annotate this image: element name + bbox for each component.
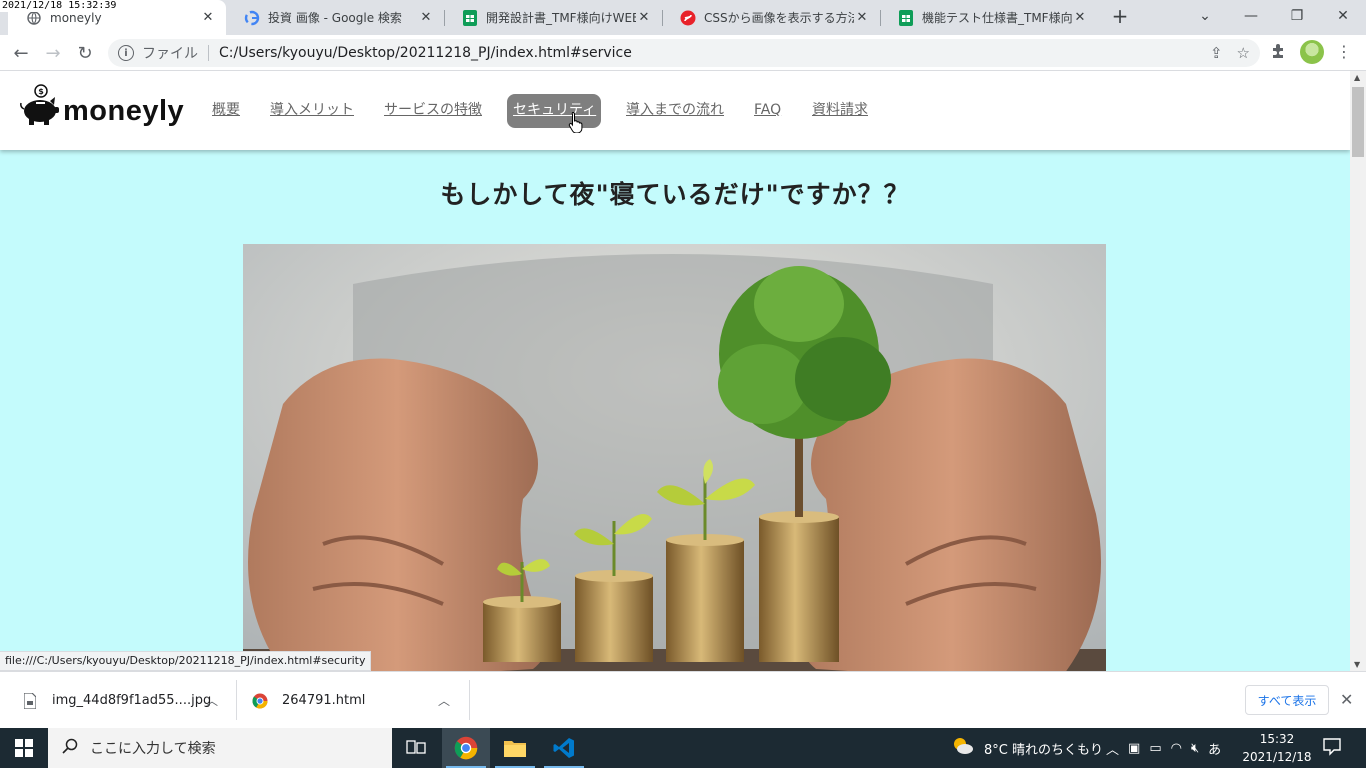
forward-button[interactable]: → xyxy=(40,40,66,66)
piggy-bank-icon: $ xyxy=(20,83,60,127)
logo-text: moneyly xyxy=(63,95,185,127)
close-tab-icon[interactable]: ✕ xyxy=(1072,10,1088,25)
browser-toolbar: ← → ↻ i ファイル C:/Users/kyouyu/Desktop/202… xyxy=(0,35,1366,71)
notification-center-icon[interactable] xyxy=(1322,736,1344,758)
download-separator xyxy=(469,680,470,720)
tab-title: 投資 画像 - Google 検索 xyxy=(268,11,402,25)
tab-test-spec[interactable]: 機能テスト仕様書_TMF様向けW ✕ xyxy=(880,0,1098,35)
hand-cursor-icon xyxy=(568,111,584,137)
nav-flow[interactable]: 導入までの流れ xyxy=(626,94,724,128)
scroll-up-icon[interactable]: ▲ xyxy=(1354,73,1360,82)
file-explorer-icon[interactable] xyxy=(491,728,539,768)
site-header: $ moneyly 概要 導入メリット サービスの特徴 セキュリティ 導入までの… xyxy=(0,71,1350,150)
extensions-puzzle-icon[interactable] xyxy=(1268,43,1288,63)
address-separator xyxy=(208,45,209,61)
tab-title: 機能テスト仕様書_TMF様向けW xyxy=(922,11,1072,25)
minimize-button[interactable]: — xyxy=(1228,0,1274,32)
search-icon xyxy=(62,738,78,758)
weather-widget[interactable]: 8°C 晴れのちくもり xyxy=(952,728,1103,768)
new-tab-button[interactable]: + xyxy=(1108,5,1132,29)
meet-now-icon[interactable]: ▣ xyxy=(1128,741,1140,756)
red-logo-icon xyxy=(680,10,696,26)
chevron-up-icon[interactable]: ︿ xyxy=(438,692,450,709)
nav-faq[interactable]: FAQ xyxy=(754,94,781,128)
sheets-icon xyxy=(898,9,914,26)
tab-css-article[interactable]: CSSから画像を表示する方法とは ✕ xyxy=(662,0,880,35)
browser-tab-strip: moneyly ✕ 投資 画像 - Google 検索 ✕ 開発設計書_TMF様… xyxy=(0,0,1366,35)
close-tab-icon[interactable]: ✕ xyxy=(418,10,434,25)
vscode-icon[interactable] xyxy=(540,728,588,768)
windows-taskbar: ここに入力して検索 8°C 晴れのちくもり ︿ ▣ ▭ ◠ 🔇︎ あ 15:32… xyxy=(0,728,1366,768)
nav-security[interactable]: セキュリティ xyxy=(507,94,601,128)
nav-merits[interactable]: 導入メリット xyxy=(270,94,354,128)
system-tray: ︿ ▣ ▭ ◠ 🔇︎ あ xyxy=(1106,728,1221,768)
reload-button[interactable]: ↻ xyxy=(72,40,98,66)
sheets-icon xyxy=(462,9,478,26)
download-shelf: img_44d8f9f1ad55....jpg ︿ 264791.html ︿ … xyxy=(0,671,1366,728)
scroll-down-icon[interactable]: ▼ xyxy=(1354,660,1360,669)
tab-google-search[interactable]: 投資 画像 - Google 検索 ✕ xyxy=(226,0,444,35)
site-logo[interactable]: $ moneyly xyxy=(20,83,184,127)
url-text[interactable]: C:/Users/kyouyu/Desktop/20211218_PJ/inde… xyxy=(219,45,632,61)
chevron-up-icon[interactable]: ︿ xyxy=(206,692,218,709)
nav-features[interactable]: サービスの特徴 xyxy=(384,94,482,128)
close-tab-icon[interactable]: ✕ xyxy=(636,10,652,25)
hero-image-coins-plants xyxy=(243,244,1106,671)
file-scheme-label: ファイル xyxy=(142,46,198,62)
close-window-button[interactable]: ✕ xyxy=(1320,0,1366,32)
show-all-downloads-button[interactable]: すべて表示 xyxy=(1245,685,1329,715)
tab-title: moneyly xyxy=(50,10,102,25)
page-scrollbar[interactable]: ▲ ▼ xyxy=(1350,71,1366,671)
nav-request-docs[interactable]: 資料請求 xyxy=(812,94,868,128)
close-tab-icon[interactable]: ✕ xyxy=(200,10,216,25)
weather-text: 8°C 晴れのちくもり xyxy=(984,742,1103,758)
tab-search-chevron-icon[interactable]: ⌄ xyxy=(1182,0,1228,32)
download-filename: img_44d8f9f1ad55....jpg xyxy=(52,693,212,708)
address-bar[interactable]: i ファイル C:/Users/kyouyu/Desktop/20211218_… xyxy=(108,39,1260,67)
more-menu-icon[interactable]: ⋮ xyxy=(1336,42,1352,61)
battery-icon[interactable]: ▭ xyxy=(1149,741,1161,756)
file-icon xyxy=(22,692,38,710)
tab-title: 開発設計書_TMF様向けWEBサ xyxy=(486,11,636,25)
close-tab-icon[interactable]: ✕ xyxy=(854,10,870,25)
tab-title: CSSから画像を表示する方法とは xyxy=(704,11,854,25)
svg-text:$: $ xyxy=(38,87,44,96)
ime-indicator[interactable]: あ xyxy=(1208,739,1221,758)
task-view-icon[interactable] xyxy=(392,728,440,768)
taskbar-clock[interactable]: 15:32 2021/12/18 xyxy=(1240,730,1314,766)
google-icon xyxy=(244,10,260,26)
tab-design-doc[interactable]: 開発設計書_TMF様向けWEBサ ✕ xyxy=(444,0,662,35)
chevron-up-icon[interactable]: ︿ xyxy=(1106,739,1119,758)
download-item-image[interactable]: img_44d8f9f1ad55....jpg ︿ xyxy=(22,672,232,729)
chrome-icon xyxy=(252,692,268,710)
close-shelf-icon[interactable]: ✕ xyxy=(1340,690,1353,709)
search-placeholder: ここに入力して検索 xyxy=(90,741,216,757)
windows-start-button[interactable] xyxy=(0,728,48,768)
bookmark-star-icon[interactable]: ☆ xyxy=(1237,44,1250,62)
page-viewport: $ moneyly 概要 導入メリット サービスの特徴 セキュリティ 導入までの… xyxy=(0,71,1350,671)
clock-time: 15:32 xyxy=(1259,732,1295,746)
volume-muted-icon[interactable]: 🔇︎ xyxy=(1191,741,1199,756)
taskbar-search-box[interactable]: ここに入力して検索 xyxy=(48,728,392,768)
download-item-html[interactable]: 264791.html ︿ xyxy=(252,672,466,729)
restore-button[interactable]: ❐ xyxy=(1274,0,1320,32)
chrome-taskbar-icon[interactable] xyxy=(442,728,490,768)
scrollbar-thumb[interactable] xyxy=(1352,87,1364,157)
weather-icon xyxy=(952,736,974,760)
back-button[interactable]: ← xyxy=(8,40,34,66)
profile-avatar[interactable] xyxy=(1300,40,1324,64)
screenshot-timestamp: 2021/12/18 15:32:39 xyxy=(0,0,119,12)
nav-overview[interactable]: 概要 xyxy=(212,94,240,128)
download-filename: 264791.html xyxy=(282,693,366,708)
link-status-tooltip: file:///C:/Users/kyouyu/Desktop/20211218… xyxy=(0,651,372,671)
hero-title: もしかして夜"寝ているだけ"ですか？？ xyxy=(440,180,910,209)
wifi-icon[interactable]: ◠ xyxy=(1171,741,1182,756)
share-icon[interactable]: ⇪ xyxy=(1210,44,1223,62)
info-icon[interactable]: i xyxy=(118,45,134,61)
download-separator xyxy=(236,680,237,720)
clock-date: 2021/12/18 xyxy=(1242,750,1312,764)
